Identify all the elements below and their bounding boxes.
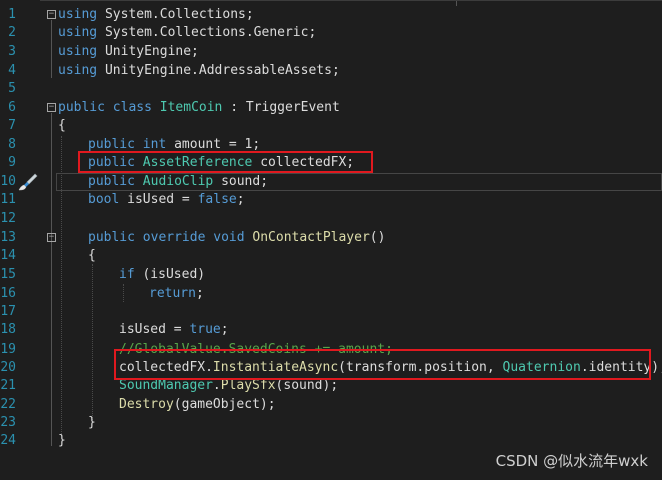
line-number: 9 bbox=[8, 155, 16, 170]
paintbrush-icon[interactable] bbox=[18, 173, 38, 191]
watermark: CSDN @似水流年wxk bbox=[495, 452, 648, 470]
code-line-7: { bbox=[58, 117, 662, 135]
keyword-return: return bbox=[149, 286, 196, 301]
code-line-16: return; bbox=[149, 285, 662, 303]
code-line-18: isUsed = true; bbox=[119, 321, 662, 339]
keyword-true: true bbox=[189, 322, 221, 337]
line-number: 19 bbox=[0, 342, 16, 357]
line-number: 23 bbox=[0, 415, 16, 430]
close-brace: } bbox=[58, 433, 66, 448]
line-number: 2 bbox=[8, 25, 16, 40]
class-name: ItemCoin bbox=[159, 100, 223, 115]
field-text: isUsed = bbox=[119, 192, 198, 207]
keyword-public: public bbox=[88, 137, 135, 152]
code-line-23: } bbox=[88, 414, 662, 432]
args-text: (gameObject); bbox=[173, 397, 276, 412]
keyword-using: using bbox=[58, 25, 98, 40]
field-text: sound; bbox=[213, 174, 269, 189]
line-number: 7 bbox=[8, 118, 16, 133]
semicolon: ; bbox=[195, 286, 204, 301]
field-text: amount = 1; bbox=[166, 137, 261, 152]
open-brace: { bbox=[88, 248, 96, 263]
collapse-icon[interactable]: − bbox=[47, 10, 56, 19]
code-line-4: using UnityEngine.AddressableAssets; bbox=[58, 62, 662, 80]
line-number: 24 bbox=[0, 433, 16, 448]
type-name: SoundManager bbox=[119, 378, 213, 393]
line-number: 11 bbox=[0, 192, 16, 207]
keyword-class: class bbox=[112, 100, 152, 115]
method-name: Destroy bbox=[119, 397, 174, 412]
keyword-void: void bbox=[213, 230, 245, 245]
code-line-1: using System.Collections; bbox=[58, 6, 662, 24]
code-line-24: } bbox=[58, 432, 662, 450]
code-line-11: bool isUsed = false; bbox=[88, 191, 662, 209]
line-number: 10 bbox=[0, 174, 16, 189]
keyword-int: int bbox=[142, 137, 167, 152]
namespace-text: UnityEngine; bbox=[97, 44, 199, 59]
line-number: 16 bbox=[0, 286, 16, 301]
keyword-false: false bbox=[197, 192, 237, 207]
keyword-using: using bbox=[58, 63, 98, 78]
code-line-10-current[interactable]: public AudioClip sound; bbox=[56, 173, 662, 191]
params-text: () bbox=[369, 230, 386, 245]
line-number: 17 bbox=[0, 304, 16, 319]
fold-line bbox=[51, 20, 52, 78]
semicolon: ; bbox=[220, 322, 229, 337]
code-line-6: public class ItemCoin : TriggerEvent bbox=[58, 99, 662, 117]
line-number: 8 bbox=[8, 137, 16, 152]
method-name: PlaySfx bbox=[220, 378, 276, 393]
open-brace: { bbox=[58, 118, 66, 133]
method-name: OnContactPlayer bbox=[252, 230, 370, 245]
line-number: 3 bbox=[8, 44, 16, 59]
line-number: 21 bbox=[0, 378, 16, 393]
line-number: 15 bbox=[0, 267, 16, 282]
keyword-public: public bbox=[58, 100, 105, 115]
code-line-2: using System.Collections.Generic; bbox=[58, 24, 662, 42]
line-number: 22 bbox=[0, 397, 16, 412]
namespace-text: System.Collections; bbox=[97, 7, 254, 22]
keyword-public: public bbox=[88, 230, 135, 245]
code-line-14: { bbox=[88, 247, 662, 265]
line-number: 20 bbox=[0, 360, 16, 375]
keyword-using: using bbox=[58, 7, 98, 22]
line-number: 4 bbox=[8, 63, 16, 78]
keyword-override: override bbox=[142, 230, 206, 245]
highlight-box-instantiate-call bbox=[114, 349, 651, 380]
keyword-public: public bbox=[88, 174, 135, 189]
line-number: 1 bbox=[8, 7, 16, 22]
code-line-15: if (isUsed) bbox=[119, 266, 662, 284]
indent-guide bbox=[123, 284, 124, 302]
code-line-22: Destroy(gameObject); bbox=[119, 396, 662, 414]
highlight-box-collectedfx-field bbox=[78, 151, 373, 173]
keyword-using: using bbox=[58, 44, 98, 59]
line-number: 14 bbox=[0, 248, 16, 263]
code-line-13: public override void OnContactPlayer() bbox=[88, 229, 662, 247]
condition-text: (isUsed) bbox=[134, 267, 206, 282]
code-line-3: using UnityEngine; bbox=[58, 43, 662, 61]
base-class-text: : TriggerEvent bbox=[222, 100, 340, 115]
namespace-text: UnityEngine.AddressableAssets; bbox=[97, 63, 340, 78]
keyword-bool: bool bbox=[88, 192, 120, 207]
line-number: 18 bbox=[0, 322, 16, 337]
fold-line bbox=[51, 243, 52, 428]
type-name: AudioClip bbox=[142, 174, 214, 189]
indent-guide bbox=[92, 264, 93, 420]
line-number-gutter: 1 2 3 4 5 6 7 8 9 10 11 12 13 14 15 16 17 18 19 20 21 22 23 24 bbox=[0, 0, 40, 480]
semicolon: ; bbox=[236, 192, 245, 207]
collapse-icon[interactable]: − bbox=[47, 103, 56, 112]
line-number: 12 bbox=[0, 211, 16, 226]
collapse-icon[interactable]: − bbox=[47, 233, 56, 242]
code-editor[interactable]: 1 2 3 4 5 6 7 8 9 10 11 12 13 14 15 16 17 18 19 20 21 22 23 24 … bbox=[0, 0, 662, 480]
namespace-text: System.Collections.Generic; bbox=[97, 25, 317, 40]
line-number: 5 bbox=[8, 81, 16, 96]
dot: . bbox=[212, 378, 221, 393]
args-text: (sound); bbox=[275, 378, 339, 393]
line-number: 6 bbox=[8, 100, 16, 115]
assignment-text: isUsed = bbox=[119, 322, 190, 337]
close-brace: } bbox=[88, 415, 96, 430]
line-number: 13 bbox=[0, 230, 16, 245]
keyword-if: if bbox=[119, 267, 135, 282]
